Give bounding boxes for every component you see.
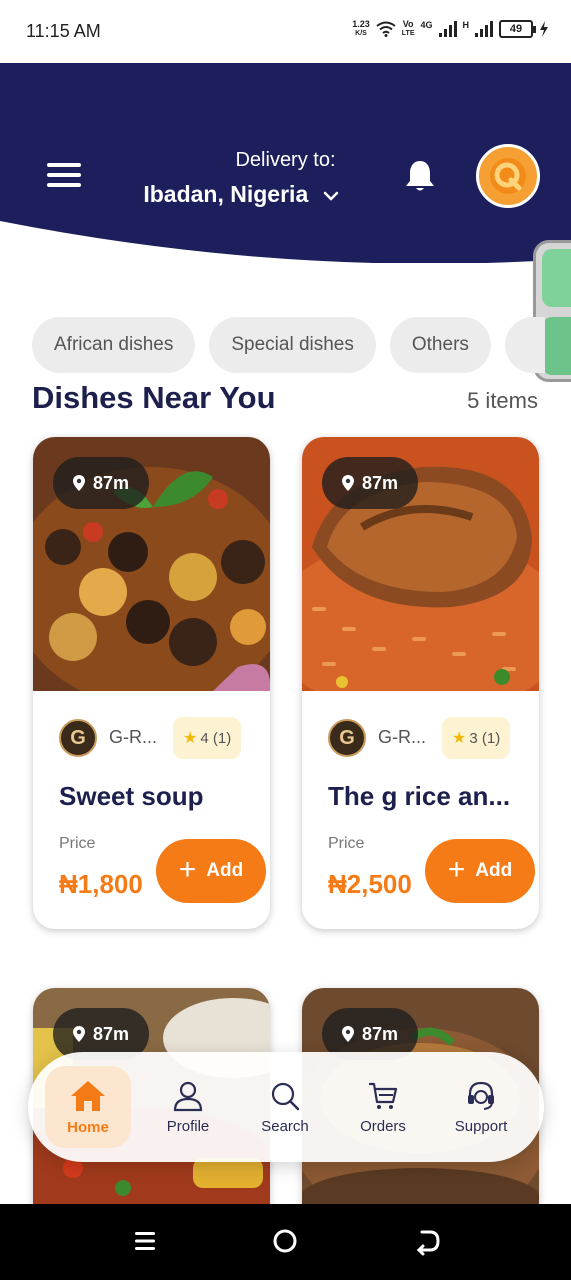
vendor-logo: G — [59, 719, 97, 757]
distance-text: 87m — [93, 472, 130, 493]
chip-special-dishes[interactable]: Special dishes — [209, 317, 376, 373]
location-text: Ibadan, Nigeria — [143, 181, 309, 207]
status-icons: 1.23 K/S Vo LTE 4G H 49 — [352, 20, 549, 38]
widget-tag-icon — [542, 317, 571, 375]
signal-icon — [475, 21, 493, 37]
plus-icon: + — [447, 852, 466, 886]
location-pin-icon — [342, 475, 354, 491]
add-to-cart-button[interactable]: + Add — [425, 839, 535, 903]
items-count: 5 items — [467, 388, 538, 413]
price-value: ₦2,500 — [328, 869, 412, 899]
rating-badge: ★ 3 (1) — [442, 717, 511, 759]
price-label: Price — [59, 835, 96, 852]
nav-home[interactable]: Home — [45, 1066, 131, 1148]
dish-card[interactable]: 87m G G-R... ★ 4 (1) Sweet soup Price ₦1,… — [33, 437, 270, 929]
notification-bell-icon[interactable] — [404, 159, 436, 193]
nav-search[interactable]: Search — [242, 1066, 328, 1148]
distance-text: 87m — [362, 1023, 399, 1044]
user-icon — [173, 1081, 203, 1111]
cart-icon — [369, 1082, 398, 1109]
app-header: Delivery to: Ibadan, Nigeria — [0, 63, 571, 263]
profile-avatar[interactable] — [476, 144, 540, 208]
nav-label: Home — [67, 1118, 109, 1136]
distance-text: 87m — [362, 472, 399, 493]
vendor-logo: G — [328, 719, 366, 757]
recents-icon[interactable] — [130, 1226, 160, 1256]
nav-label: Profile — [166, 1117, 210, 1135]
vendor-name: G-R... — [109, 727, 157, 747]
system-navigation-bar — [0, 1204, 571, 1280]
signal-icon — [438, 21, 457, 37]
volte-label: Vo LTE — [401, 19, 415, 38]
status-bar: 11:15 AM 1.23 K/S Vo LTE 4G H 49 — [0, 0, 571, 63]
rating-badge: ★ 4 (1) — [173, 717, 242, 759]
home-icon — [71, 1080, 105, 1111]
back-icon[interactable] — [412, 1226, 442, 1256]
star-icon: ★ — [183, 730, 198, 747]
charging-icon — [540, 21, 548, 37]
nav-support[interactable]: Support — [438, 1066, 524, 1148]
dish-name: The g rice an... — [328, 781, 511, 811]
category-chips: African dishes Special dishes Others — [32, 317, 545, 373]
add-to-cart-button[interactable]: + Add — [156, 839, 266, 903]
nav-label: Orders — [360, 1117, 406, 1135]
plus-icon: + — [178, 852, 197, 886]
nav-orders[interactable]: Orders — [340, 1066, 426, 1148]
distance-badge: 87m — [53, 457, 150, 509]
dish-card[interactable]: 87m G G-R... ★ 3 (1) The g rice an... Pri… — [302, 437, 539, 929]
distance-badge: 87m — [322, 457, 419, 509]
search-icon — [271, 1082, 300, 1110]
chip-others[interactable]: Others — [389, 317, 491, 373]
price-value: ₦1,800 — [59, 869, 143, 899]
chip-african-dishes[interactable]: African dishes — [32, 317, 196, 373]
location-pin-icon — [342, 1026, 354, 1042]
location-pin-icon — [73, 1026, 85, 1042]
dish-image: 87m — [33, 437, 270, 691]
bottom-navigation: Home Profile Search Orders Support — [28, 1052, 544, 1162]
star-icon: ★ — [452, 730, 467, 747]
nav-profile[interactable]: Profile — [145, 1066, 231, 1148]
home-circle-icon[interactable] — [270, 1226, 300, 1256]
nav-label: Support — [454, 1117, 508, 1135]
net-4g-label: 4G — [420, 20, 433, 30]
nav-label: Search — [261, 1117, 309, 1135]
vendor-name: G-R... — [378, 727, 426, 747]
location-pin-icon — [73, 475, 85, 491]
price-label: Price — [328, 835, 365, 852]
chip-more[interactable] — [504, 317, 545, 373]
status-time: 11:15 AM — [26, 21, 101, 41]
dish-name: Sweet soup — [59, 781, 204, 811]
headset-icon — [468, 1081, 494, 1110]
android-icon — [542, 249, 571, 307]
wifi-icon — [376, 21, 396, 37]
avatar-logo-icon — [490, 158, 526, 194]
net-speed: 1.23 K/S — [352, 19, 370, 38]
distance-text: 87m — [93, 1023, 130, 1044]
dish-image: 87m — [302, 437, 539, 691]
battery-icon: 49 — [499, 20, 536, 38]
section-title: Dishes Near You — [32, 380, 276, 415]
net-h-label: H — [462, 20, 470, 30]
chevron-down-icon — [323, 191, 338, 201]
